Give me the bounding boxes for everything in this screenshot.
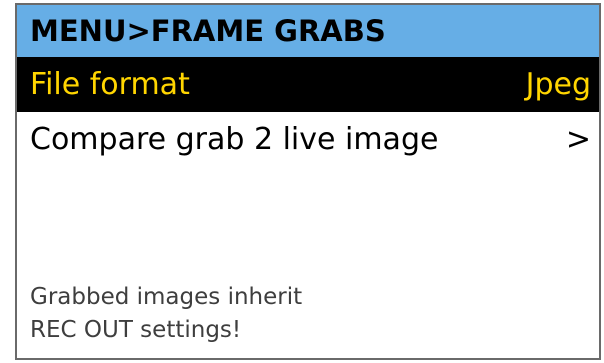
camera-menu-screen: MENU>FRAME GRABS File format Jpeg Compar… xyxy=(0,0,604,363)
info-note-line-2: REC OUT settings! xyxy=(30,317,242,343)
menu-item-file-format[interactable]: File format Jpeg xyxy=(17,57,599,112)
menu-item-label: File format xyxy=(30,67,190,102)
info-note-line-1: Grabbed images inherit xyxy=(30,284,303,310)
info-note: Grabbed images inherit REC OUT settings! xyxy=(30,281,302,347)
menu-title: MENU>FRAME GRABS xyxy=(17,5,599,57)
menu-item-label: Compare grab 2 live image xyxy=(30,122,439,157)
menu-item-compare-grab[interactable]: Compare grab 2 live image > xyxy=(17,112,599,167)
menu-panel: MENU>FRAME GRABS File format Jpeg Compar… xyxy=(15,3,601,360)
chevron-right-icon: > xyxy=(565,122,591,157)
menu-item-value: Jpeg xyxy=(525,67,591,102)
